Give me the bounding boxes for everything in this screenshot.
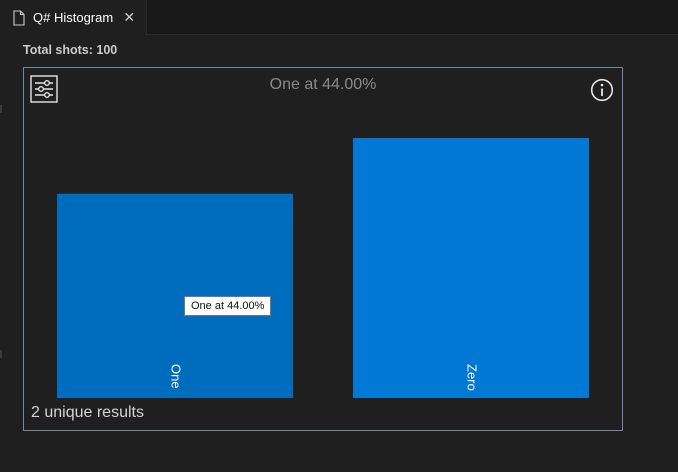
bar-label-one: One: [169, 364, 184, 389]
info-icon[interactable]: [590, 78, 614, 102]
tab-label: Q# Histogram: [33, 10, 114, 25]
bar-label-zero: Zero: [465, 364, 480, 391]
close-tab-icon[interactable]: ✕: [121, 9, 137, 26]
tab-q-histogram[interactable]: Q# Histogram ✕: [0, 0, 147, 35]
bar-zero[interactable]: [353, 138, 589, 398]
gutter-mark: [0, 105, 2, 113]
histogram-bars: One Zero: [57, 138, 589, 398]
sliders-icon[interactable]: [30, 75, 58, 103]
bar-tooltip: One at 44.00%: [184, 296, 272, 316]
editor-tab-bar: Q# Histogram ✕: [0, 0, 678, 35]
total-shots-label: Total shots: 100: [23, 43, 118, 57]
histogram-title: One at 44.00%: [269, 76, 377, 93]
gutter-mark: [0, 350, 2, 358]
unique-results-label: 2 unique results: [31, 404, 144, 421]
file-icon: [13, 9, 25, 26]
histogram-panel: One Zero One at 44.00% 2 unique results O…: [23, 67, 623, 431]
